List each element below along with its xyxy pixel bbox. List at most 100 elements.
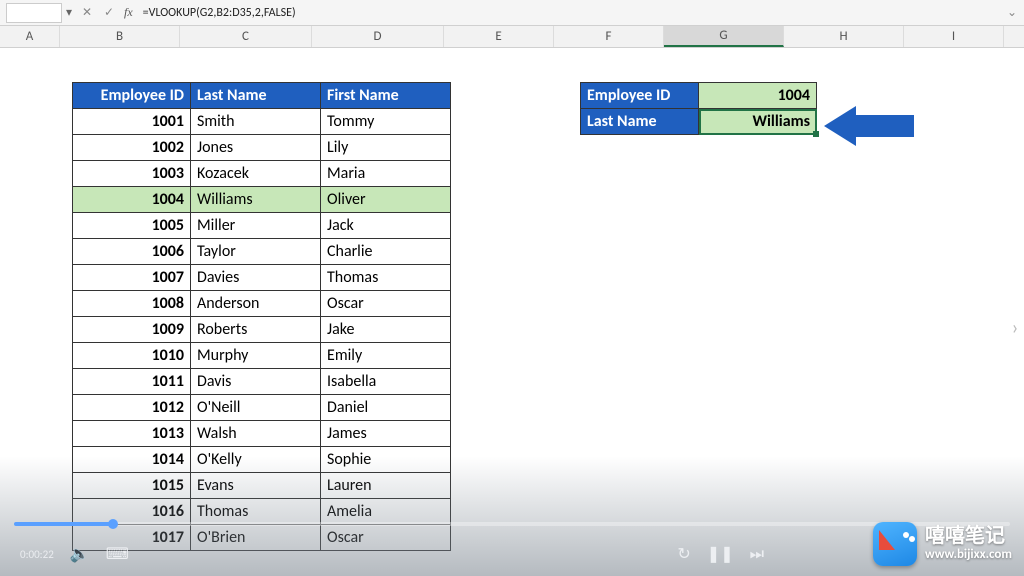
name-box[interactable] (6, 3, 62, 23)
header-last-name[interactable]: Last Name (191, 83, 321, 109)
table-row[interactable]: 1004WilliamsOliver (73, 187, 451, 213)
pause-icon[interactable]: ❚❚ (707, 544, 734, 564)
cell-first-name[interactable]: Thomas (321, 265, 451, 291)
table-row[interactable]: 1013WalshJames (73, 421, 451, 447)
cell-first-name[interactable]: Daniel (321, 395, 451, 421)
cell-last-name[interactable]: Taylor (191, 239, 321, 265)
cell-employee-id[interactable]: 1007 (73, 265, 191, 291)
cell-employee-id[interactable]: 1002 (73, 135, 191, 161)
cell-employee-id[interactable]: 1001 (73, 109, 191, 135)
cell-last-name[interactable]: Davis (191, 369, 321, 395)
cell-last-name[interactable]: Walsh (191, 421, 321, 447)
table-row[interactable]: 1011DavisIsabella (73, 369, 451, 395)
table-row[interactable]: 1014O'KellySophie (73, 447, 451, 473)
cell-last-name[interactable]: Evans (191, 473, 321, 499)
cell-first-name[interactable]: Lauren (321, 473, 451, 499)
lookup-last-value[interactable]: Williams (699, 109, 817, 135)
formula-bar: ▾ ✕ ✓ fx =VLOOKUP(G2,B2:D35,2,FALSE) ⌄ (0, 0, 1024, 26)
column-header[interactable]: G (664, 26, 784, 47)
lookup-id-label[interactable]: Employee ID (581, 83, 699, 109)
cell-last-name[interactable]: Miller (191, 213, 321, 239)
watermark-logo-icon (873, 522, 917, 566)
table-row[interactable]: 1003KozacekMaria (73, 161, 451, 187)
lookup-last-label[interactable]: Last Name (581, 109, 699, 135)
cell-first-name[interactable]: Jack (321, 213, 451, 239)
table-row[interactable]: 1015EvansLauren (73, 473, 451, 499)
cell-last-name[interactable]: Williams (191, 187, 321, 213)
cell-last-name[interactable]: Roberts (191, 317, 321, 343)
watermark: 嘻嘻笔记 www.bijixx.com (873, 522, 1012, 566)
employee-table: Employee ID Last Name First Name 1001Smi… (72, 82, 451, 551)
column-header[interactable]: I (904, 26, 1004, 47)
column-header[interactable]: B (60, 26, 180, 47)
fx-icon[interactable]: fx (124, 5, 133, 20)
column-header-row: ABCDEFGHI (0, 26, 1024, 48)
table-row[interactable]: 1010MurphyEmily (73, 343, 451, 369)
cell-employee-id[interactable]: 1014 (73, 447, 191, 473)
cell-first-name[interactable]: Sophie (321, 447, 451, 473)
cell-first-name[interactable]: Maria (321, 161, 451, 187)
cell-employee-id[interactable]: 1011 (73, 369, 191, 395)
column-header[interactable]: C (180, 26, 312, 47)
cell-first-name[interactable]: Lily (321, 135, 451, 161)
lookup-table: Employee ID 1004 Last Name Williams (580, 82, 817, 135)
formula-bar-expand-icon[interactable]: ⌄ (1000, 5, 1024, 20)
cell-first-name[interactable]: Oscar (321, 291, 451, 317)
formula-cancel-icon[interactable]: ✕ (76, 5, 98, 20)
table-row[interactable]: 1005MillerJack (73, 213, 451, 239)
video-timecode: 0:00:22 (20, 548, 54, 561)
cell-employee-id[interactable]: 1012 (73, 395, 191, 421)
column-header[interactable]: D (312, 26, 444, 47)
watermark-title: 嘻嘻笔记 (925, 525, 1012, 548)
replay-icon[interactable]: ↻ (677, 544, 690, 564)
table-row[interactable]: 1002JonesLily (73, 135, 451, 161)
formula-confirm-icon[interactable]: ✓ (98, 5, 120, 20)
next-icon[interactable]: ⏭ (750, 545, 764, 564)
cell-employee-id[interactable]: 1004 (73, 187, 191, 213)
cell-last-name[interactable]: O'Neill (191, 395, 321, 421)
cell-first-name[interactable]: Oliver (321, 187, 451, 213)
cell-last-name[interactable]: Anderson (191, 291, 321, 317)
column-header[interactable]: H (784, 26, 904, 47)
header-first-name[interactable]: First Name (321, 83, 451, 109)
cell-employee-id[interactable]: 1006 (73, 239, 191, 265)
cell-employee-id[interactable]: 1005 (73, 213, 191, 239)
cell-last-name[interactable]: Smith (191, 109, 321, 135)
header-employee-id[interactable]: Employee ID (73, 83, 191, 109)
danmaku-icon[interactable]: ⌨ (106, 544, 129, 564)
cell-first-name[interactable]: Emily (321, 343, 451, 369)
cell-employee-id[interactable]: 1015 (73, 473, 191, 499)
video-progress-bar[interactable] (14, 522, 1010, 526)
table-row[interactable]: 1008AndersonOscar (73, 291, 451, 317)
column-header[interactable]: E (444, 26, 554, 47)
table-row[interactable]: 1007DaviesThomas (73, 265, 451, 291)
name-box-dropdown-icon[interactable]: ▾ (62, 5, 76, 20)
cell-first-name[interactable]: Jake (321, 317, 451, 343)
cell-employee-id[interactable]: 1009 (73, 317, 191, 343)
volume-icon[interactable]: 🔈 (70, 544, 90, 564)
table-row[interactable]: 1012O'NeillDaniel (73, 395, 451, 421)
lookup-id-value[interactable]: 1004 (699, 83, 817, 109)
table-row[interactable]: 1009RobertsJake (73, 317, 451, 343)
cell-last-name[interactable]: Davies (191, 265, 321, 291)
cell-first-name[interactable]: James (321, 421, 451, 447)
cell-last-name[interactable]: Murphy (191, 343, 321, 369)
table-row[interactable]: 1001SmithTommy (73, 109, 451, 135)
cell-first-name[interactable]: Isabella (321, 369, 451, 395)
cell-employee-id[interactable]: 1003 (73, 161, 191, 187)
column-header[interactable]: A (0, 26, 60, 47)
column-header[interactable]: F (554, 26, 664, 47)
cell-employee-id[interactable]: 1008 (73, 291, 191, 317)
formula-input[interactable]: =VLOOKUP(G2,B2:D35,2,FALSE) (139, 6, 1000, 20)
cell-last-name[interactable]: O'Kelly (191, 447, 321, 473)
cell-employee-id[interactable]: 1013 (73, 421, 191, 447)
cell-first-name[interactable]: Tommy (321, 109, 451, 135)
cell-employee-id[interactable]: 1010 (73, 343, 191, 369)
scroll-right-icon[interactable]: › (1008, 308, 1022, 348)
cell-first-name[interactable]: Charlie (321, 239, 451, 265)
video-progress-fill (14, 522, 114, 526)
cell-last-name[interactable]: Jones (191, 135, 321, 161)
worksheet[interactable]: Employee ID Last Name First Name 1001Smi… (0, 48, 1024, 576)
cell-last-name[interactable]: Kozacek (191, 161, 321, 187)
table-row[interactable]: 1006TaylorCharlie (73, 239, 451, 265)
